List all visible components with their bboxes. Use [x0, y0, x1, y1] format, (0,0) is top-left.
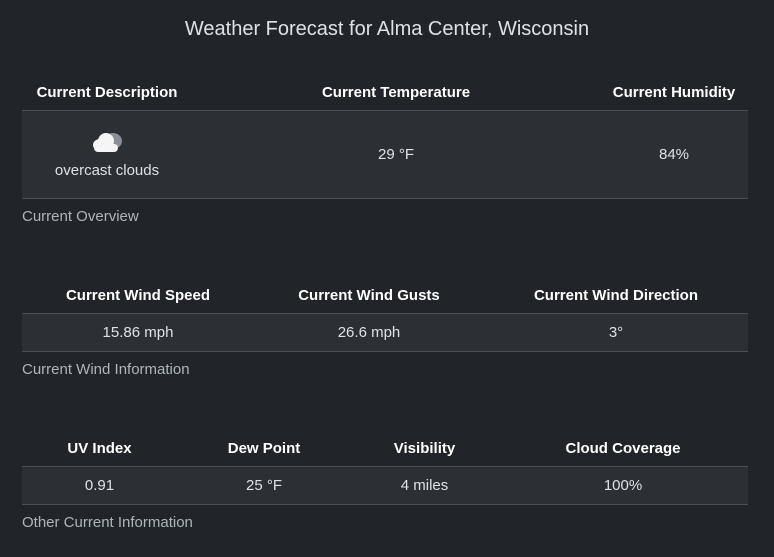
current-temperature-value: 29 °F — [192, 110, 600, 199]
header-wind-direction: Current Wind Direction — [484, 278, 748, 314]
table-caption: Other Current Information — [22, 513, 193, 531]
header-wind-speed: Current Wind Speed — [22, 278, 254, 314]
header-current-temperature: Current Temperature — [192, 75, 600, 111]
uv-index-value: 0.91 — [22, 466, 177, 505]
header-current-humidity: Current Humidity — [600, 75, 748, 111]
current-overview-section: Current Description Current Temperature … — [22, 75, 748, 225]
current-overview-table: Current Description Current Temperature … — [22, 75, 748, 199]
wind-direction-value: 3° — [484, 313, 748, 352]
table-caption: Current Overview — [22, 207, 139, 225]
header-dew-point: Dew Point — [177, 431, 351, 467]
wind-gusts-value: 26.6 mph — [254, 313, 484, 352]
other-information-section: UV Index Dew Point Visibility Cloud Cove… — [22, 431, 748, 531]
other-information-table: UV Index Dew Point Visibility Cloud Cove… — [22, 431, 748, 505]
description-cell: overcast clouds — [22, 110, 192, 199]
cloud-coverage-value: 100% — [498, 466, 748, 505]
page-title: Weather Forecast for Alma Center, Wiscon… — [184, 18, 590, 40]
overcast-clouds-icon — [93, 132, 122, 152]
header-cloud-coverage: Cloud Coverage — [498, 431, 748, 467]
table-row: overcast clouds 29 °F 84% — [22, 110, 748, 199]
table-row: 0.91 25 °F 4 miles 100% — [22, 466, 748, 505]
current-description-value: overcast clouds — [54, 161, 160, 179]
header-uv-index: UV Index — [22, 431, 177, 467]
header-visibility: Visibility — [351, 431, 498, 467]
wind-information-section: Current Wind Speed Current Wind Gusts Cu… — [22, 278, 748, 378]
dew-point-value: 25 °F — [177, 466, 351, 505]
visibility-value: 4 miles — [351, 466, 498, 505]
table-caption: Current Wind Information — [22, 360, 190, 378]
header-current-description: Current Description — [22, 75, 192, 111]
wind-information-table: Current Wind Speed Current Wind Gusts Cu… — [22, 278, 748, 352]
header-wind-gusts: Current Wind Gusts — [254, 278, 484, 314]
current-humidity-value: 84% — [600, 110, 748, 199]
table-row: 15.86 mph 26.6 mph 3° — [22, 313, 748, 352]
wind-speed-value: 15.86 mph — [22, 313, 254, 352]
